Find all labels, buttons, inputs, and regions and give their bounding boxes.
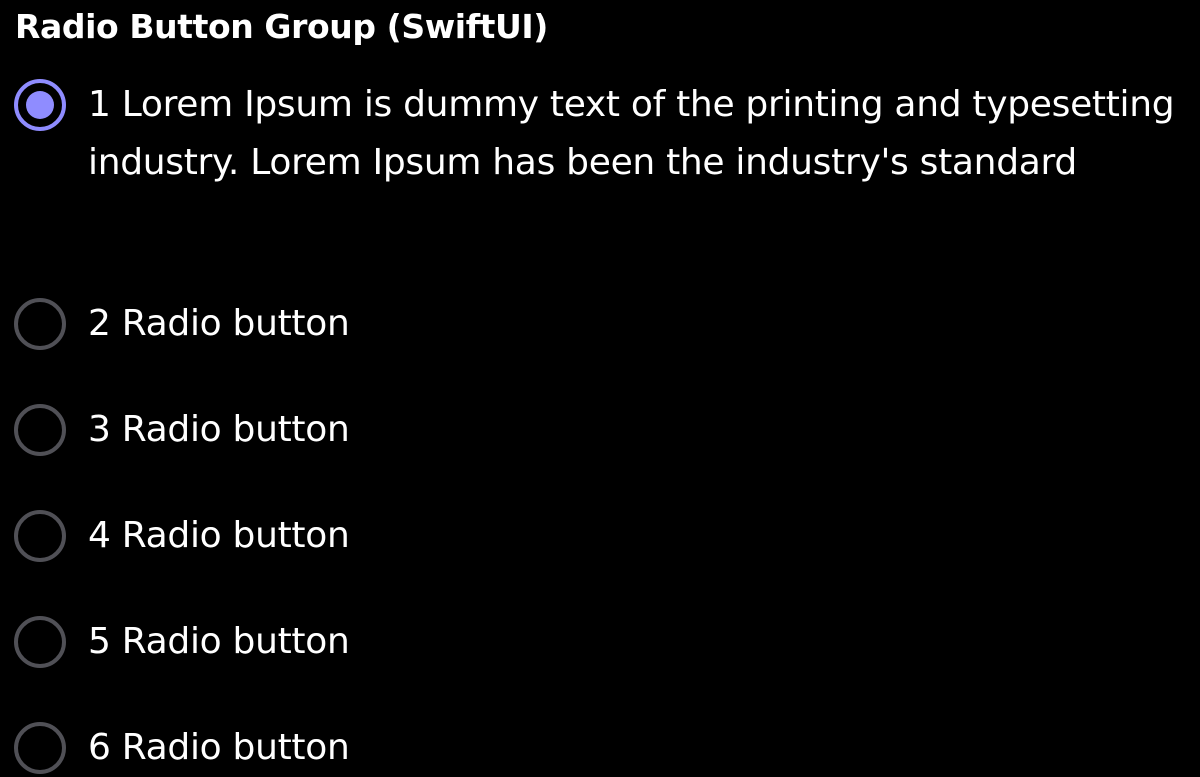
radio-dot-icon — [26, 91, 54, 119]
radio-unselected-icon[interactable] — [14, 298, 66, 350]
radio-option-4[interactable]: 4 Radio button — [0, 510, 1200, 566]
radio-label: 5 Radio button — [88, 621, 350, 662]
radio-unselected-icon[interactable] — [14, 616, 66, 668]
radio-unselected-icon[interactable] — [14, 404, 66, 456]
radio-label: 2 Radio button — [88, 303, 350, 344]
radio-option-3[interactable]: 3 Radio button — [0, 404, 1200, 460]
radio-label: 4 Radio button — [88, 515, 350, 556]
radio-unselected-icon[interactable] — [14, 510, 66, 562]
radio-label: 6 Radio button — [88, 727, 350, 768]
radio-label: 3 Radio button — [88, 409, 350, 450]
radio-selected-icon[interactable] — [14, 79, 66, 131]
radio-button-group: 1 Lorem Ipsum is dummy text of the print… — [0, 0, 1200, 777]
radio-unselected-icon[interactable] — [14, 722, 66, 774]
radio-option-1[interactable]: 1 Lorem Ipsum is dummy text of the print… — [0, 74, 1200, 254]
radio-option-2[interactable]: 2 Radio button — [0, 298, 1200, 354]
radio-label: 1 Lorem Ipsum is dummy text of the print… — [88, 84, 1175, 183]
radio-option-5[interactable]: 5 Radio button — [0, 616, 1200, 672]
radio-option-6[interactable]: 6 Radio button — [0, 722, 1200, 777]
